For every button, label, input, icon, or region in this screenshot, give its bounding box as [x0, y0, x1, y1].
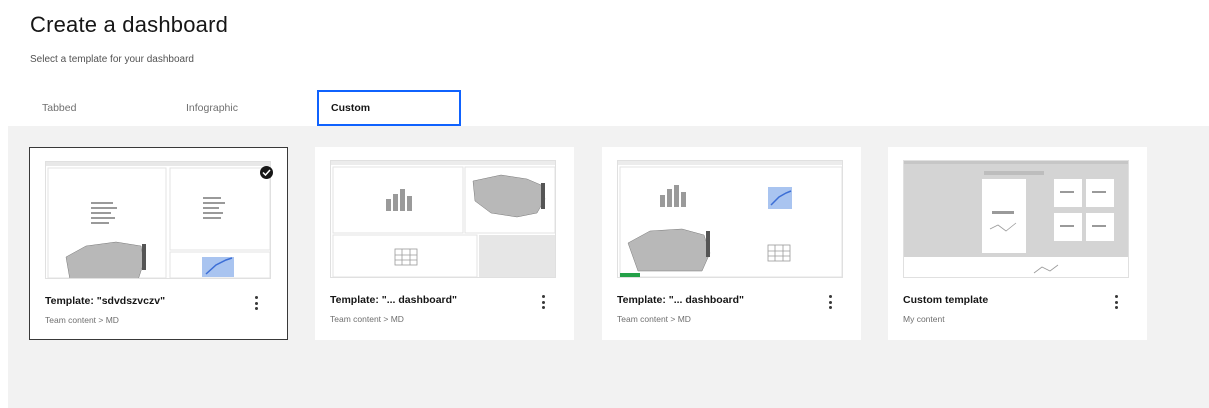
template-card[interactable]: Template: "... dashboard" Team content >… — [602, 147, 861, 340]
template-title: Custom template — [903, 294, 989, 306]
template-title: Template: "... dashboard" — [330, 294, 458, 306]
template-thumbnail — [45, 161, 271, 279]
template-location: Team content > MD — [45, 315, 119, 325]
page-title: Create a dashboard — [30, 12, 229, 37]
template-location: Team content > MD — [617, 314, 691, 324]
template-thumbnail — [617, 160, 843, 278]
overflow-menu-icon[interactable] — [1111, 293, 1121, 311]
tab-custom[interactable]: Custom — [317, 90, 461, 126]
overflow-menu-icon[interactable] — [538, 293, 548, 311]
tab-infographic[interactable]: Infographic — [186, 90, 306, 126]
overflow-menu-icon[interactable] — [825, 293, 835, 311]
template-location: My content — [903, 314, 945, 324]
tab-tabbed[interactable]: Tabbed — [42, 90, 152, 126]
page-subtitle: Select a template for your dashboard — [30, 54, 194, 65]
template-card[interactable]: Template: "sdvdszvczv" Team content > MD — [29, 147, 288, 340]
template-thumbnail — [330, 160, 556, 278]
template-card[interactable]: Custom template My content — [888, 147, 1147, 340]
selected-check-icon — [260, 166, 273, 179]
overflow-menu-icon[interactable] — [251, 294, 261, 312]
template-card[interactable]: Template: "... dashboard" Team content >… — [315, 147, 574, 340]
template-location: Team content > MD — [330, 314, 404, 324]
template-title: Template: "sdvdszvczv" — [45, 295, 166, 307]
template-thumbnail — [903, 160, 1129, 278]
template-gallery: Template: "sdvdszvczv" Team content > MD — [8, 126, 1209, 408]
template-title: Template: "... dashboard" — [617, 294, 745, 306]
